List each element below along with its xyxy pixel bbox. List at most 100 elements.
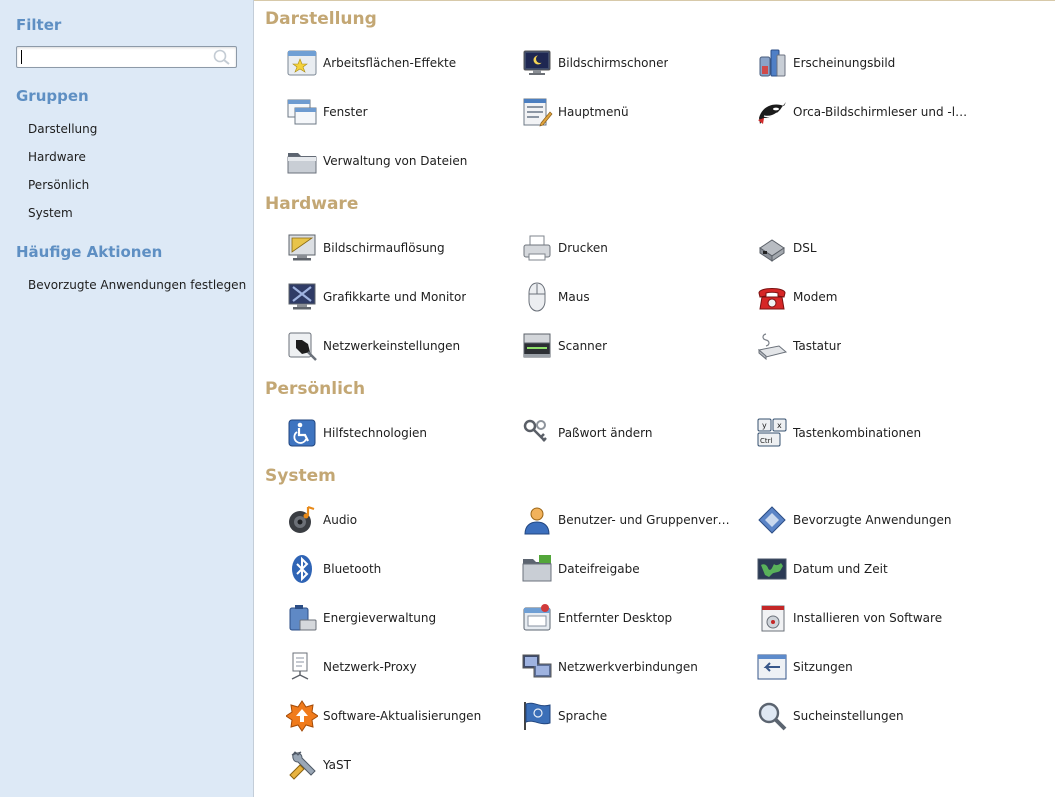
section-heading-darstellung: Darstellung <box>265 9 377 29</box>
item-date-time[interactable]: Datum und Zeit <box>756 552 888 586</box>
item-sessions[interactable]: Sitzungen <box>756 650 853 684</box>
preferred-apps-icon <box>758 506 786 534</box>
date-time-icon <box>757 558 787 580</box>
item-label: Dateifreigabe <box>558 562 640 576</box>
main-menu-icon <box>523 98 553 127</box>
item-orca[interactable]: Orca-Bildschirmleser und -lupe <box>756 95 973 129</box>
section-heading-persoenlich: Persönlich <box>265 379 366 399</box>
item-label: Netzwerkverbindungen <box>558 660 698 674</box>
search-input[interactable] <box>20 49 206 65</box>
item-install-software[interactable]: Installieren von Software <box>756 601 942 635</box>
item-label: Bildschirmauflösung <box>323 241 445 255</box>
language-flag-icon <box>524 702 551 730</box>
item-label: Netzwerk-Proxy <box>323 660 417 674</box>
group-link-darstellung[interactable]: Darstellung <box>28 122 97 136</box>
item-label: Sucheinstellungen <box>793 709 904 723</box>
item-mouse[interactable]: Maus <box>521 280 590 314</box>
item-modem[interactable]: Modem <box>756 280 837 314</box>
item-accessibility[interactable]: Hilfstechnologien <box>286 416 427 450</box>
item-bluetooth[interactable]: Bluetooth <box>286 552 381 586</box>
sidebar: Filter Gruppen Darstellung Hardware Pers… <box>0 0 254 797</box>
group-link-hardware[interactable]: Hardware <box>28 150 86 164</box>
control-center-main: Darstellung Arbeitsflächen-Effekte Bilds… <box>254 0 1055 797</box>
item-audio[interactable]: Audio <box>286 503 357 537</box>
svg-text:y: y <box>762 421 767 430</box>
item-label: Hilfstechnologien <box>323 426 428 440</box>
item-window[interactable]: Fenster <box>286 95 368 129</box>
item-scanner[interactable]: Scanner <box>521 329 607 363</box>
item-network-connections[interactable]: Netzwerkverbindungen <box>521 650 698 684</box>
item-graphics-monitor[interactable]: Grafikkarte und Monitor <box>286 280 466 314</box>
svg-text:Ctrl: Ctrl <box>760 437 773 445</box>
item-change-password[interactable]: Paßwort ändern <box>521 416 653 450</box>
item-screensaver[interactable]: Bildschirmschoner <box>521 46 668 80</box>
item-label: Modem <box>793 290 838 304</box>
item-label: Entfernter Desktop <box>558 611 673 625</box>
appearance-icon <box>759 49 786 77</box>
item-network-proxy[interactable]: Netzwerk-Proxy <box>286 650 417 684</box>
group-link-system[interactable]: System <box>28 206 73 220</box>
common-actions-heading: Häufige Aktionen <box>16 243 163 261</box>
network-settings-icon <box>288 332 317 361</box>
item-label: Sprache <box>558 709 608 723</box>
item-label: Datum und Zeit <box>793 562 888 576</box>
search-field[interactable] <box>16 46 237 68</box>
item-label: Maus <box>558 290 590 304</box>
group-link-persoenlich[interactable]: Persönlich <box>28 178 89 192</box>
install-software-icon <box>761 605 785 632</box>
mouse-icon <box>528 282 546 312</box>
item-label: Audio <box>323 513 358 527</box>
scanner-icon <box>523 333 551 358</box>
set-preferred-apps-link[interactable]: Bevorzugte Anwendungen festlegen <box>28 278 246 292</box>
item-preferred-applications[interactable]: Bevorzugte Anwendungen <box>756 503 951 537</box>
item-file-management[interactable]: Verwaltung von Dateien <box>286 144 467 178</box>
bluetooth-icon <box>292 555 312 583</box>
item-software-updates[interactable]: Software-Aktualisierungen <box>286 699 481 733</box>
item-appearance[interactable]: Erscheinungsbild <box>756 46 895 80</box>
item-language[interactable]: Sprache <box>521 699 607 733</box>
search-icon[interactable] <box>209 48 233 66</box>
item-desktop-effects[interactable]: Arbeitsflächen-Effekte <box>286 46 456 80</box>
item-yast[interactable]: YaST <box>286 748 351 782</box>
network-proxy-icon <box>291 652 309 680</box>
item-label: Erscheinungsbild <box>793 56 896 70</box>
item-user-group-management[interactable]: Benutzer- und Gruppenverwa… <box>521 503 738 537</box>
dsl-modem-icon <box>759 239 785 262</box>
item-network-settings[interactable]: Netzwerkeinstellungen <box>286 329 460 363</box>
audio-speaker-icon <box>289 505 315 533</box>
item-main-menu[interactable]: Hauptmenü <box>521 95 629 129</box>
user-icon <box>524 507 550 535</box>
item-file-sharing[interactable]: Dateifreigabe <box>521 552 640 586</box>
item-label: Paßwort ändern <box>558 426 653 440</box>
item-label: Orca-Bildschirmleser und -lupe <box>793 105 973 119</box>
orca-icon <box>758 102 786 124</box>
item-keyboard-shortcuts[interactable]: y x Ctrl Tastenkombinationen <box>756 416 921 450</box>
printer-icon <box>523 235 551 261</box>
telephone-icon <box>758 288 786 310</box>
item-label: Scanner <box>558 339 608 353</box>
section-heading-system: System <box>265 466 336 486</box>
item-label: Bluetooth <box>323 562 382 576</box>
yast-icon <box>289 751 316 780</box>
item-label: Energieverwaltung <box>323 611 437 625</box>
item-dsl[interactable]: DSL <box>756 231 817 265</box>
power-management-icon <box>289 605 317 631</box>
item-power-management[interactable]: Energieverwaltung <box>286 601 436 635</box>
text-cursor <box>21 50 22 64</box>
item-keyboard[interactable]: Tastatur <box>756 329 841 363</box>
remote-desktop-icon <box>523 604 551 631</box>
screensaver-icon <box>523 50 551 75</box>
item-label: Bildschirmschoner <box>558 56 669 70</box>
keys-icon <box>523 419 547 442</box>
groups-heading: Gruppen <box>16 87 89 105</box>
item-label: Hauptmenü <box>558 105 629 119</box>
desktop-effects-icon <box>287 50 317 76</box>
accessibility-icon <box>288 419 316 447</box>
item-remote-desktop[interactable]: Entfernter Desktop <box>521 601 672 635</box>
sessions-icon <box>757 654 787 680</box>
item-search-settings[interactable]: Sucheinstellungen <box>756 699 904 733</box>
item-label: Verwaltung von Dateien <box>323 154 468 168</box>
item-printing[interactable]: Drucken <box>521 231 608 265</box>
item-display-resolution[interactable]: Bildschirmauflösung <box>286 231 445 265</box>
keyboard-icon <box>757 333 788 361</box>
